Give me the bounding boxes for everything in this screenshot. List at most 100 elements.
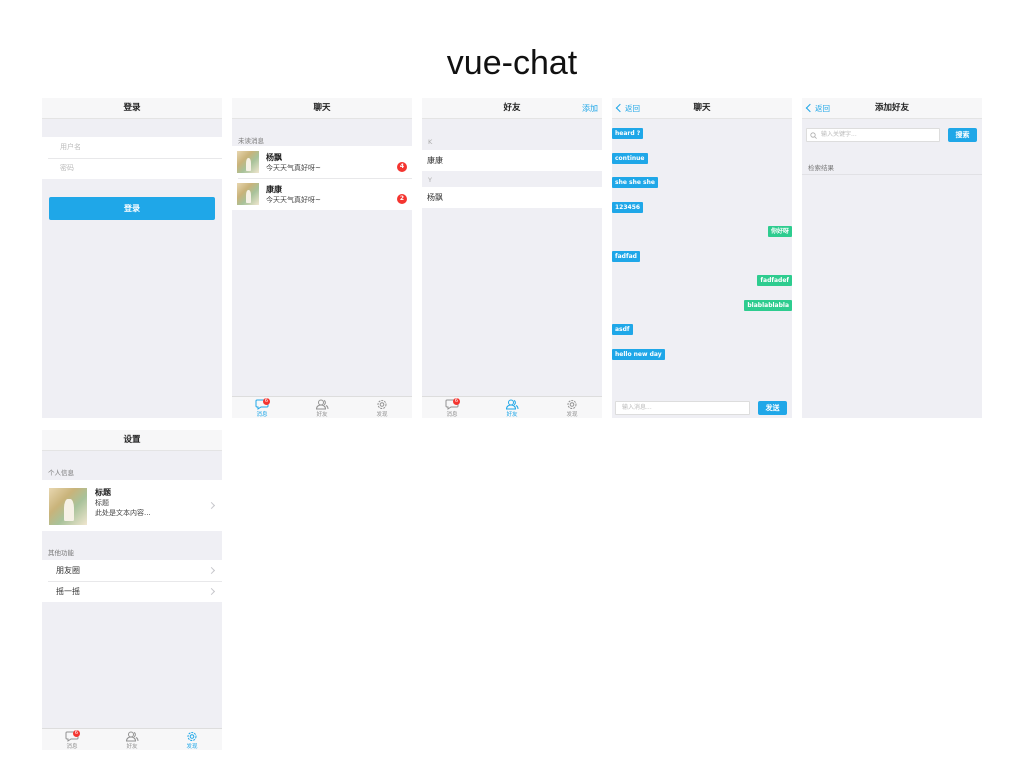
send-button[interactable]: 发送 [758, 401, 787, 415]
gear-icon [377, 400, 387, 409]
message-input[interactable]: 输入消息... [615, 401, 750, 415]
settings-navbar: 设置 [42, 430, 222, 451]
unread-section-label: 未读消息 [238, 137, 264, 145]
chat-name: 杨飘 [266, 153, 282, 162]
tab-messages[interactable]: 6 消息 [232, 397, 292, 418]
tab-friends[interactable]: 好友 [102, 729, 162, 750]
friend-name: 康康 [427, 156, 443, 165]
profile-cell[interactable]: 标题 标题 此处是文本内容... [42, 480, 222, 531]
chevron-left-icon [615, 103, 625, 113]
settings-screen: 设置 个人信息 标题 标题 此处是文本内容... 其他功能 朋友圈 摇一摇 6 … [42, 430, 222, 750]
tab-badge: 6 [263, 398, 270, 405]
incoming-message: heard ? [612, 128, 644, 139]
results-label: 检索结果 [808, 164, 834, 172]
chat-item[interactable]: 康康 今天天气真好呀~ 2 [232, 178, 412, 210]
tab-discover[interactable]: 发现 [542, 397, 602, 418]
nav-title: 好友 [503, 103, 521, 113]
tab-discover[interactable]: 发现 [352, 397, 412, 418]
tab-messages[interactable]: 6 消息 [422, 397, 482, 418]
username-field[interactable]: 用户名 [42, 137, 222, 158]
profile-title: 标题 [95, 488, 111, 497]
tab-label: 发现 [376, 412, 388, 418]
chevron-right-icon [207, 566, 216, 575]
tab-bar: 6 消息 好友 发现 [232, 396, 412, 418]
compose-bar: 输入消息... 发送 [612, 398, 792, 418]
incoming-message: asdf [612, 324, 633, 335]
profile-desc: 此处是文本内容... [95, 509, 151, 517]
chat-list: 杨飘 今天天气真好呀~ 4 康康 今天天气真好呀~ 2 [232, 146, 412, 210]
search-icon [810, 132, 817, 139]
chats-navbar: 聊天 [232, 98, 412, 119]
conversation-screen: 返回 聊天 heard ? continue she she she 123456 你好… [612, 98, 792, 418]
avatar [49, 488, 87, 525]
nav-title: 聊天 [313, 103, 331, 113]
page-title: vue-chat [446, 44, 578, 82]
settings-item-label: 朋友圈 [56, 566, 80, 575]
friend-item[interactable]: 杨飘 [422, 187, 602, 208]
add-friend-navbar: 返回 添加好友 [802, 98, 982, 119]
incoming-message: hello new day [612, 348, 665, 360]
chat-name: 康康 [266, 185, 282, 194]
personal-section-label: 个人信息 [48, 469, 74, 477]
login-form: 用户名 密码 [42, 137, 222, 179]
contacts-icon [125, 731, 139, 742]
tab-messages[interactable]: 6 消息 [42, 729, 102, 750]
tab-friends[interactable]: 好友 [292, 397, 352, 418]
tab-badge: 6 [453, 398, 460, 405]
tab-label: 消息 [66, 744, 78, 750]
back-button[interactable]: 返回 [615, 98, 640, 119]
chevron-right-icon [207, 587, 216, 596]
other-section-label: 其他功能 [48, 549, 74, 557]
tab-label: 好友 [126, 744, 138, 750]
tab-discover[interactable]: 发现 [162, 729, 222, 750]
nav-title: 登录 [123, 103, 141, 113]
password-field[interactable]: 密码 [42, 158, 222, 179]
add-friend-screen: 返回 添加好友 输入关键字... 搜索 检索结果 [802, 98, 982, 418]
conversation-navbar: 返回 聊天 [612, 98, 792, 119]
unread-badge: 2 [397, 194, 407, 204]
avatar [237, 183, 259, 205]
nav-title: 聊天 [693, 103, 711, 113]
incoming-message: she she she [612, 177, 658, 188]
index-letter: K [428, 138, 433, 146]
tab-label: 消息 [446, 412, 458, 418]
unread-badge: 4 [397, 162, 407, 172]
incoming-message: continue [612, 152, 648, 164]
chat-item[interactable]: 杨飘 今天天气真好呀~ 4 [232, 146, 412, 178]
tab-label: 消息 [256, 412, 268, 418]
outgoing-message: blablablabla [744, 299, 792, 311]
settings-item-moments[interactable]: 朋友圈 [42, 560, 222, 581]
tab-friends[interactable]: 好友 [482, 397, 542, 418]
tab-label: 好友 [316, 412, 328, 418]
login-screen: 登录 用户名 密码 登录 [42, 98, 222, 418]
settings-item-label: 摇一摇 [56, 587, 80, 596]
tab-label: 发现 [566, 412, 578, 418]
chevron-right-icon [207, 501, 216, 510]
incoming-message: fadfad [612, 250, 640, 262]
tab-bar: 6 消息 好友 发现 [422, 396, 602, 418]
login-button[interactable]: 登录 [49, 197, 215, 220]
friend-item[interactable]: 康康 [422, 150, 602, 171]
nav-title: 设置 [123, 435, 141, 445]
contacts-icon [505, 399, 519, 410]
add-friend-link[interactable]: 添加 [582, 98, 598, 119]
incoming-message: 123456 [612, 201, 644, 213]
friends-screen: 好友 添加 K 康康 Y 杨飘 6 消息 好友 发现 [422, 98, 602, 418]
settings-item-shake[interactable]: 摇一摇 [42, 581, 222, 602]
chat-preview: 今天天气真好呀~ [266, 164, 321, 172]
back-button[interactable]: 返回 [805, 98, 830, 119]
index-letter: Y [428, 176, 432, 184]
chats-screen: 聊天 未读消息 杨飘 今天天气真好呀~ 4 康康 今天天气真好呀~ 2 6 消息… [232, 98, 412, 418]
outgoing-message: fadfadef [757, 275, 792, 286]
nav-title: 添加好友 [874, 103, 909, 113]
profile-subtitle: 标题 [95, 499, 109, 507]
tab-label: 好友 [506, 412, 518, 418]
contacts-icon [315, 399, 329, 410]
chevron-left-icon [805, 103, 815, 113]
message-list: heard ? continue she she she 123456 你好呀 fadfa… [612, 128, 792, 388]
outgoing-message: 你好呀 [767, 226, 792, 237]
search-button[interactable]: 搜索 [948, 128, 977, 142]
friend-name: 杨飘 [427, 193, 443, 202]
search-input[interactable]: 输入关键字... [806, 128, 940, 142]
tab-badge: 6 [73, 730, 80, 737]
